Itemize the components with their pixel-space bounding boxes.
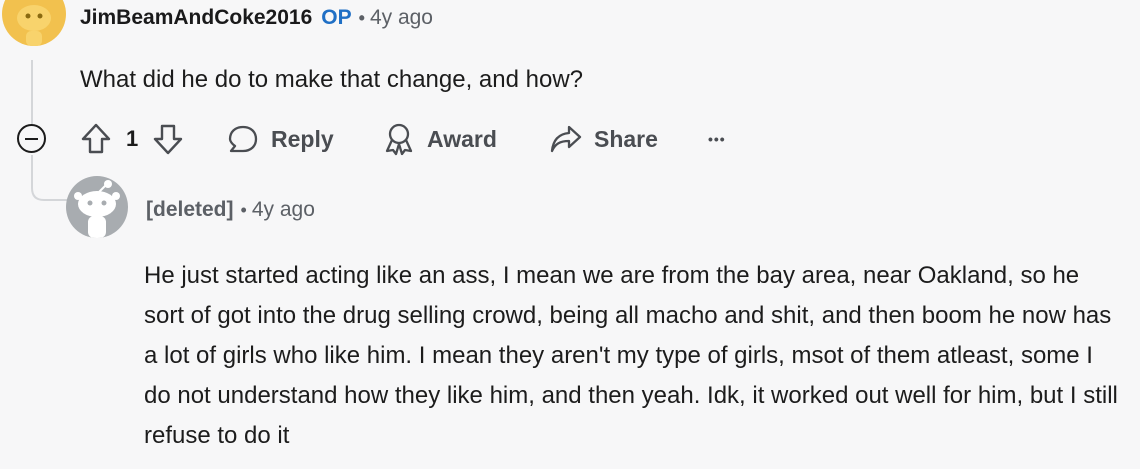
username: [deleted] (146, 198, 234, 221)
award-label: Award (427, 125, 497, 152)
thread-connector (31, 180, 69, 201)
downvote-icon (153, 124, 183, 155)
more-options-button[interactable]: ••• (708, 122, 726, 156)
avatar[interactable] (66, 176, 128, 238)
reply-button[interactable]: Reply (227, 122, 334, 156)
comment-age[interactable]: 4y ago (252, 198, 315, 221)
reply-label: Reply (271, 125, 334, 152)
award-icon (385, 123, 413, 156)
collapse-icon[interactable] (17, 124, 46, 153)
upvote-button[interactable] (80, 122, 114, 156)
upvote-icon (81, 123, 111, 154)
username[interactable]: JimBeamAndCoke2016 (80, 6, 312, 29)
comment-age[interactable]: 4y ago (370, 6, 433, 29)
comment-body: What did he do to make that change, and … (80, 66, 584, 93)
snoo-avatar-icon (74, 180, 120, 238)
op-badge: OP (321, 6, 352, 29)
reply-icon (228, 125, 258, 153)
vote-count: 1 (126, 126, 139, 151)
more-icon: ••• (708, 131, 726, 147)
separator-dot: • (240, 200, 247, 220)
award-button[interactable]: Award (383, 122, 497, 156)
avatar[interactable] (2, 0, 66, 46)
downvote-button[interactable] (152, 122, 186, 156)
comment-header: JimBeamAndCoke2016 OP • 4y ago (80, 6, 433, 30)
separator-dot: • (358, 8, 365, 28)
thread-line-top[interactable] (31, 60, 33, 124)
snoo-avatar-icon (17, 5, 51, 46)
share-label: Share (594, 125, 658, 152)
comment-body: He just started acting like an ass, I me… (144, 262, 1118, 449)
share-button[interactable]: Share (549, 122, 658, 156)
comment-header: [deleted] • 4y ago (146, 198, 315, 222)
share-icon (550, 125, 582, 153)
